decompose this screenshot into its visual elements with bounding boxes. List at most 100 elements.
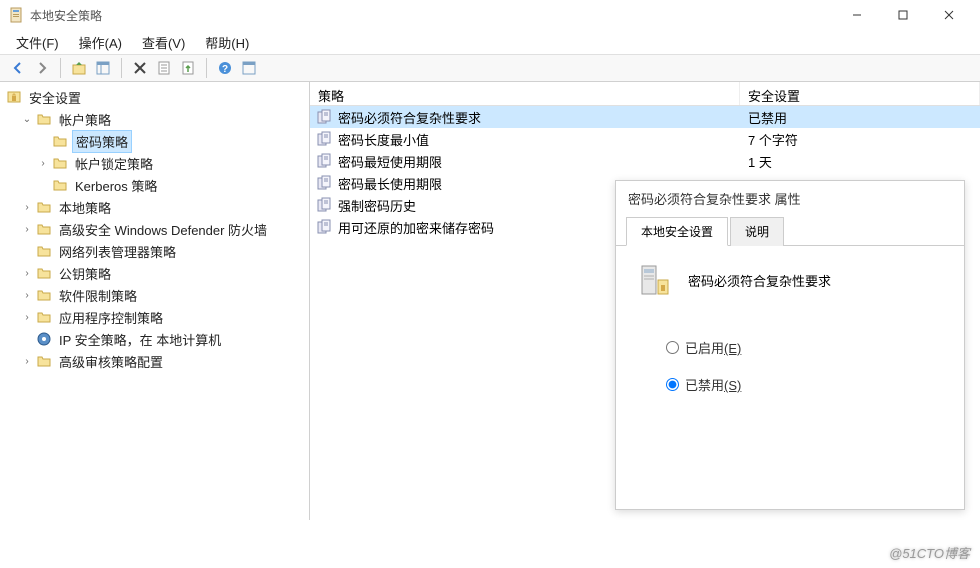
tree-label: 高级安全 Windows Defender 防火墙 [56,219,270,240]
expander-icon[interactable]: › [20,266,34,280]
delete-button[interactable] [129,57,151,79]
folder-icon [52,155,68,171]
policy-icon [316,131,332,147]
expander-spacer [20,332,34,346]
list-header: 策略 安全设置 [310,82,980,106]
list-row[interactable]: 密码长度最小值 7 个字符 [310,128,980,150]
policy-icon [316,109,332,125]
tree-kerberos[interactable]: Kerberos 策略 [2,174,307,196]
folder-icon [36,287,52,303]
tree-label: 公钥策略 [56,263,114,284]
close-button[interactable] [926,0,972,30]
menu-help[interactable]: 帮助(H) [195,30,259,55]
policy-icon [316,153,332,169]
tree-label: 帐户策略 [56,109,114,130]
tree-label: Kerberos 策略 [72,175,160,196]
menu-action[interactable]: 操作(A) [69,30,132,55]
radio-enabled-input[interactable] [666,341,679,354]
tree-advanced-audit[interactable]: › 高级审核策略配置 [2,350,307,372]
policy-icon [316,219,332,235]
dialog-title: 密码必须符合复杂性要求 属性 [616,181,964,216]
maximize-button[interactable] [880,0,926,30]
toolbar-separator [60,58,61,78]
tree-label: 密码策略 [72,130,132,153]
up-button[interactable] [68,57,90,79]
tab-strip: 本地安全设置 说明 [616,216,964,246]
list-row[interactable]: 密码必须符合复杂性要求 已禁用 [310,106,980,128]
expander-icon[interactable]: › [20,354,34,368]
tree-pane[interactable]: 安全设置 ⌄ 帐户策略 密码策略 › 帐户锁定策略 Kerberos 策略 › … [0,82,310,520]
help-button[interactable]: ? [214,57,236,79]
radio-disabled-label: 已禁用(S) [685,375,741,394]
expander-icon[interactable]: › [20,222,34,236]
security-settings-icon [6,89,22,105]
expander-icon[interactable]: › [36,156,50,170]
expander-icon[interactable]: › [20,200,34,214]
tree-local-policies[interactable]: › 本地策略 [2,196,307,218]
tree-label: 网络列表管理器策略 [56,241,179,262]
window-title: 本地安全策略 [30,7,834,24]
tab-local-security[interactable]: 本地安全设置 [626,217,728,246]
toolbar-separator [206,58,207,78]
menu-file[interactable]: 文件(F) [6,30,69,55]
policy-name: 强制密码历史 [338,196,416,215]
svg-text:?: ? [222,64,228,75]
column-header-policy[interactable]: 策略 [310,82,740,105]
tree-network-list[interactable]: 网络列表管理器策略 [2,240,307,262]
policy-name: 用可还原的加密来储存密码 [338,218,494,237]
folder-icon [36,243,52,259]
radio-enabled[interactable]: 已启用(E) [666,338,944,357]
titlebar: 本地安全策略 [0,0,980,30]
toolbar-separator [121,58,122,78]
dialog-body: 密码必须符合复杂性要求 已启用(E) 已禁用(S) [616,246,964,428]
tree-label: 高级审核策略配置 [56,351,166,372]
tree-label: 帐户锁定策略 [72,153,156,174]
menubar: 文件(F) 操作(A) 查看(V) 帮助(H) [0,30,980,54]
tree-label: 软件限制策略 [56,285,140,306]
list-row[interactable]: 密码最短使用期限 1 天 [310,150,980,172]
expander-spacer [36,134,50,148]
ipsec-icon [36,331,52,347]
minimize-button[interactable] [834,0,880,30]
list-pane: 策略 安全设置 密码必须符合复杂性要求 已禁用 密码长度最小值 7 个字符 密码… [310,82,980,520]
policy-name: 密码长度最小值 [338,130,429,149]
show-hide-tree-button[interactable] [92,57,114,79]
tree-label: 安全设置 [26,87,84,108]
tree-app-control[interactable]: › 应用程序控制策略 [2,306,307,328]
folder-icon [36,111,52,127]
expander-icon[interactable]: › [20,288,34,302]
tab-explain[interactable]: 说明 [730,217,784,246]
expander-icon[interactable]: ⌄ [20,112,34,126]
radio-disabled[interactable]: 已禁用(S) [666,375,944,394]
properties-button[interactable] [153,57,175,79]
tree-defender[interactable]: › 高级安全 Windows Defender 防火墙 [2,218,307,240]
tree-password-policy[interactable]: 密码策略 [2,130,307,152]
expander-icon[interactable]: › [20,310,34,324]
menu-view[interactable]: 查看(V) [132,30,195,55]
refresh-button[interactable] [238,57,260,79]
radio-disabled-input[interactable] [666,378,679,391]
policy-name: 密码最长使用期限 [338,174,442,193]
expander-spacer [36,178,50,192]
back-button[interactable] [7,57,29,79]
folder-icon [36,353,52,369]
policy-icon [316,175,332,191]
folder-icon [52,133,68,149]
tree-account-policies[interactable]: ⌄ 帐户策略 [2,108,307,130]
properties-dialog: 密码必须符合复杂性要求 属性 本地安全设置 说明 密码必须符合复杂性要求 已启用… [615,180,965,510]
main-content: 安全设置 ⌄ 帐户策略 密码策略 › 帐户锁定策略 Kerberos 策略 › … [0,82,980,520]
tree-software-restrict[interactable]: › 软件限制策略 [2,284,307,306]
tree-ip-security[interactable]: IP 安全策略，在 本地计算机 [2,328,307,350]
tree-public-key[interactable]: › 公钥策略 [2,262,307,284]
tree-label: IP 安全策略，在 本地计算机 [56,329,224,350]
forward-button[interactable] [31,57,53,79]
export-button[interactable] [177,57,199,79]
expander-spacer [20,244,34,258]
policy-setting: 已禁用 [740,108,980,127]
tree-root[interactable]: 安全设置 [2,86,307,108]
column-header-setting[interactable]: 安全设置 [740,82,980,105]
policy-setting: 1 天 [740,152,980,171]
tree-account-lockout[interactable]: › 帐户锁定策略 [2,152,307,174]
folder-icon [36,265,52,281]
tree-label: 应用程序控制策略 [56,307,166,328]
